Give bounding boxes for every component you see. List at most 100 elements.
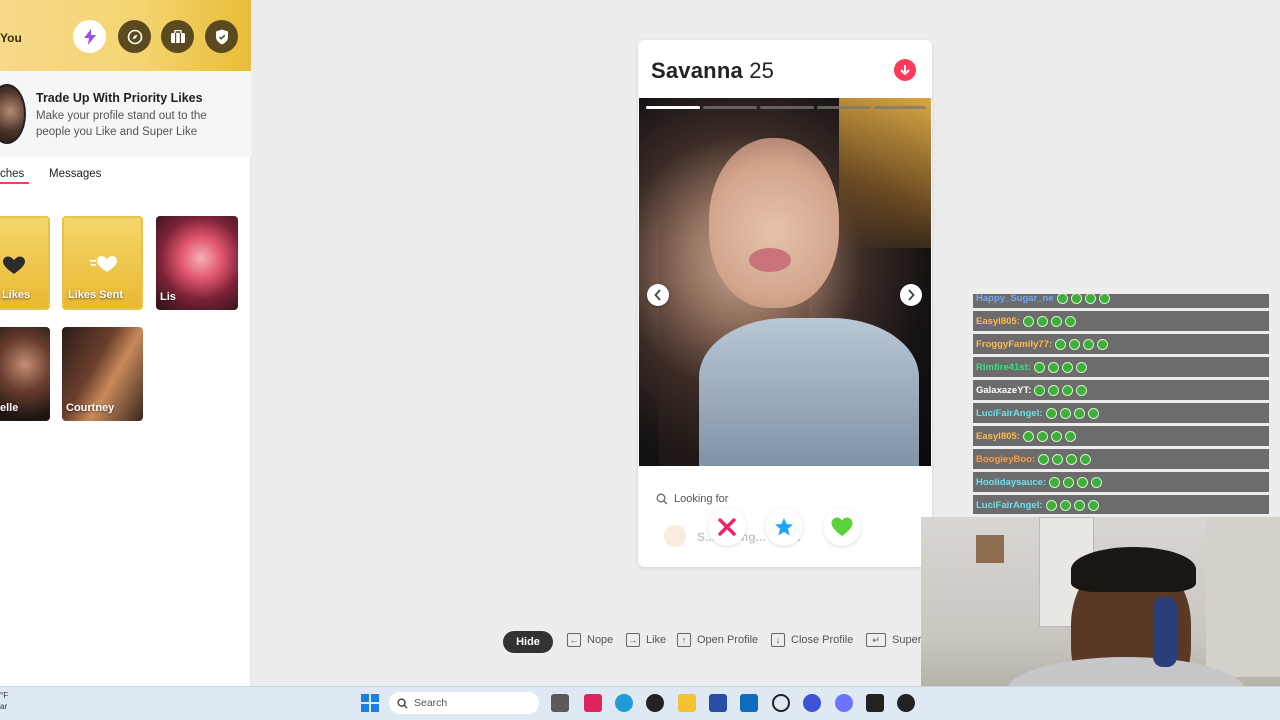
nope-button[interactable] bbox=[708, 508, 746, 546]
collapse-profile-button[interactable] bbox=[894, 59, 916, 81]
heart-stack-icon bbox=[3, 256, 25, 274]
windows-start-icon[interactable] bbox=[361, 694, 379, 712]
chevron-right-icon bbox=[908, 289, 915, 301]
briefcase-icon[interactable] bbox=[161, 20, 194, 53]
emote-icon bbox=[1064, 315, 1076, 327]
emote-icon bbox=[1070, 294, 1082, 304]
emote-icon bbox=[1087, 499, 1099, 511]
emote-icon bbox=[1056, 294, 1068, 304]
likes-sent-tile[interactable]: Likes Sent bbox=[62, 216, 143, 310]
taskbar bbox=[0, 686, 1280, 720]
emote-icon bbox=[1084, 294, 1096, 304]
like-button[interactable] bbox=[823, 508, 861, 546]
x-icon bbox=[718, 518, 736, 536]
chat-message: Easyl805: bbox=[973, 311, 1269, 331]
emote-icon bbox=[1055, 338, 1067, 350]
key-down-icon: ↓ bbox=[771, 633, 785, 647]
emote-icon bbox=[1022, 430, 1034, 442]
emote-icon bbox=[1059, 499, 1071, 511]
emote-icon bbox=[1076, 384, 1088, 396]
emote-icon bbox=[1045, 499, 1057, 511]
emote-icon bbox=[1036, 430, 1048, 442]
chatgpt-icon[interactable] bbox=[772, 694, 790, 712]
emote-icon bbox=[1075, 361, 1087, 373]
chat-message: LuciFairAngel: bbox=[973, 495, 1269, 514]
chat-message: Hoolidaysauce: bbox=[973, 472, 1269, 492]
discord-icon[interactable] bbox=[835, 694, 853, 712]
emote-icon bbox=[1033, 361, 1045, 373]
edge-icon[interactable] bbox=[615, 694, 633, 712]
profile-photo[interactable] bbox=[639, 98, 931, 466]
chat-message: Easyl805: bbox=[973, 426, 1269, 446]
emote-icon bbox=[1087, 407, 1099, 419]
shield-icon[interactable] bbox=[205, 20, 238, 53]
emote-icon bbox=[1073, 407, 1085, 419]
shortcut-super: ↵ Super bbox=[866, 633, 921, 647]
emote-icon bbox=[1050, 430, 1062, 442]
outlook-icon[interactable] bbox=[740, 694, 758, 712]
emote-icon bbox=[1097, 338, 1109, 350]
app-icon[interactable] bbox=[646, 694, 664, 712]
prev-photo-button[interactable] bbox=[647, 284, 669, 306]
tab-active-indicator bbox=[0, 182, 29, 184]
tab-matches[interactable]: ches bbox=[0, 168, 24, 180]
stream-chat-overlay: Happy_Sugar_ne Easyl805: FroggyFamily77:… bbox=[973, 294, 1269, 514]
shortcut-close-profile: ↓ Close Profile bbox=[771, 633, 853, 647]
emote-icon bbox=[1034, 384, 1046, 396]
shortcut-like: → Like bbox=[626, 633, 666, 647]
match-tile[interactable]: Courtney bbox=[62, 327, 143, 421]
key-up-icon: ↑ bbox=[677, 633, 691, 647]
shortcut-open-profile: ↑ Open Profile bbox=[677, 633, 758, 647]
emote-icon bbox=[1050, 315, 1062, 327]
super-like-button[interactable] bbox=[765, 508, 803, 546]
next-photo-button[interactable] bbox=[900, 284, 922, 306]
arrow-down-icon bbox=[900, 65, 910, 76]
tab-messages[interactable]: Messages bbox=[49, 168, 101, 180]
emote-icon bbox=[1049, 476, 1061, 488]
shortcut-nope: ← Nope bbox=[567, 633, 613, 647]
likes-tile[interactable]: Likes bbox=[0, 216, 50, 310]
lightning-icon[interactable] bbox=[73, 20, 106, 53]
tile-label: Likes bbox=[2, 289, 31, 301]
tiktok-icon[interactable] bbox=[584, 694, 602, 712]
emote-icon bbox=[1048, 384, 1060, 396]
looking-for-label: Looking for bbox=[656, 493, 728, 505]
emote-icon bbox=[1091, 476, 1103, 488]
heart-sent-icon bbox=[90, 256, 117, 272]
weather-widget[interactable]: °F ar bbox=[0, 690, 8, 712]
photo-progress bbox=[817, 106, 871, 109]
tile-label: Lis bbox=[160, 291, 176, 303]
search-icon bbox=[397, 697, 408, 709]
key-right-icon: → bbox=[626, 633, 640, 647]
app-icon[interactable] bbox=[866, 694, 884, 712]
taskbar-search[interactable]: Search bbox=[389, 692, 539, 714]
emote-icon bbox=[1063, 476, 1075, 488]
promo-subtitle: Make your profile stand out to the peopl… bbox=[36, 110, 207, 138]
emote-icon bbox=[1069, 338, 1081, 350]
emote-icon bbox=[1038, 453, 1050, 465]
emote-icon bbox=[1077, 476, 1089, 488]
hide-shortcuts-button[interactable]: Hide bbox=[503, 631, 553, 653]
promo-title: Trade Up With Priority Likes bbox=[36, 91, 203, 105]
chat-message: FroggyFamily77: bbox=[973, 334, 1269, 354]
emote-icon bbox=[1022, 315, 1034, 327]
star-icon bbox=[775, 518, 793, 536]
app-icon[interactable] bbox=[803, 694, 821, 712]
file-explorer-icon[interactable] bbox=[678, 694, 696, 712]
emote-icon bbox=[1098, 294, 1110, 304]
profile-name: Savanna 25 bbox=[651, 58, 775, 83]
profile-label[interactable]: You bbox=[0, 31, 22, 45]
emote-icon bbox=[1052, 453, 1064, 465]
compass-icon[interactable] bbox=[118, 20, 151, 53]
match-tile[interactable]: elle bbox=[0, 327, 50, 421]
emote-icon bbox=[1045, 407, 1057, 419]
match-tile[interactable]: Lis bbox=[156, 216, 238, 310]
photo-progress bbox=[703, 106, 757, 109]
photo-progress-active bbox=[646, 106, 700, 109]
photo-progress bbox=[760, 106, 814, 109]
tile-label: Courtney bbox=[66, 402, 115, 414]
heart-icon bbox=[831, 517, 853, 536]
task-view-icon[interactable] bbox=[551, 694, 569, 712]
app-icon[interactable] bbox=[897, 694, 915, 712]
store-icon[interactable] bbox=[709, 694, 727, 712]
